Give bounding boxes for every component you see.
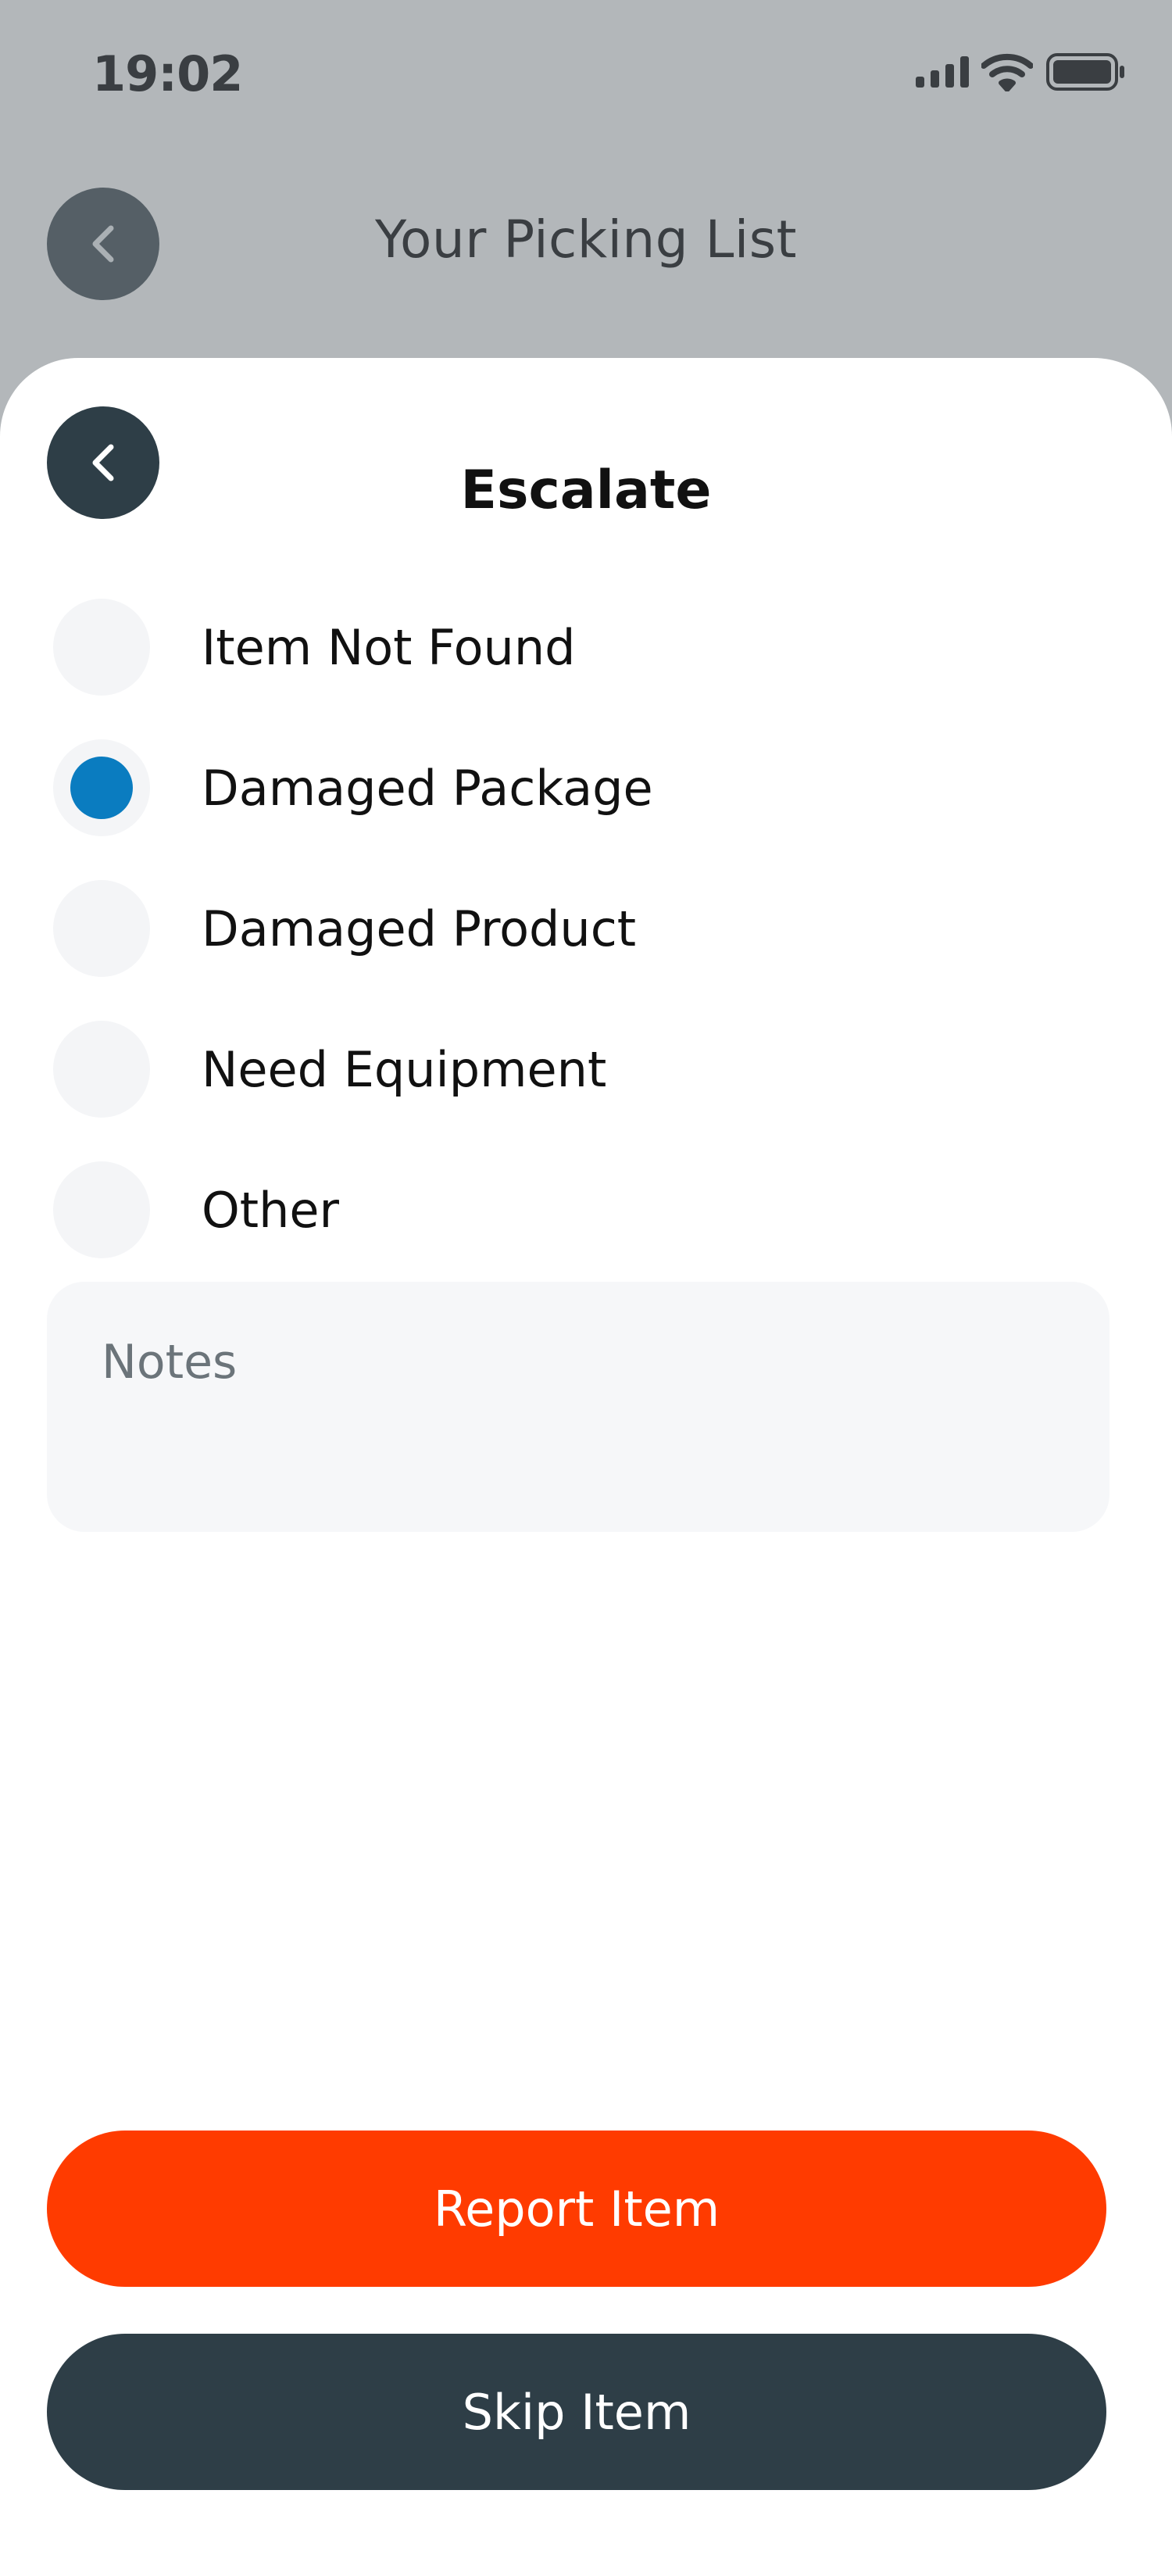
battery-icon xyxy=(1046,53,1124,91)
status-time: 19:02 xyxy=(92,45,243,102)
notes-field[interactable] xyxy=(47,1282,1109,1532)
status-icons xyxy=(916,48,1127,95)
radio-button[interactable] xyxy=(53,880,150,977)
radio-button[interactable] xyxy=(53,1161,150,1258)
option-need-equipment[interactable]: Need Equipment xyxy=(53,999,1069,1140)
background-header: Your Picking List xyxy=(0,148,1172,360)
sheet-title: Escalate xyxy=(460,460,712,521)
background-title: Your Picking List xyxy=(375,209,797,270)
option-label: Damaged Product xyxy=(202,900,637,957)
radio-button[interactable] xyxy=(53,1021,150,1118)
option-item-not-found[interactable]: Item Not Found xyxy=(53,577,1069,717)
radio-selected-dot xyxy=(70,757,133,819)
option-damaged-package[interactable]: Damaged Package xyxy=(53,717,1069,858)
option-label: Other xyxy=(202,1181,340,1239)
wifi-icon xyxy=(981,53,1033,91)
skip-item-button[interactable]: Skip Item xyxy=(47,2334,1106,2490)
escalate-sheet: Escalate Item Not Found Damaged Package … xyxy=(0,358,1172,2576)
radio-button[interactable] xyxy=(53,739,150,836)
radio-button[interactable] xyxy=(53,599,150,696)
status-bar: 19:02 xyxy=(0,0,1172,148)
escalate-options: Item Not Found Damaged Package Damaged P… xyxy=(53,577,1069,1280)
option-label: Item Not Found xyxy=(202,618,576,676)
report-item-button[interactable]: Report Item xyxy=(47,2131,1106,2287)
signal-icon xyxy=(916,56,969,88)
option-other[interactable]: Other xyxy=(53,1140,1069,1280)
option-label: Damaged Package xyxy=(202,759,653,817)
option-label: Need Equipment xyxy=(202,1040,607,1098)
option-damaged-product[interactable]: Damaged Product xyxy=(53,858,1069,999)
